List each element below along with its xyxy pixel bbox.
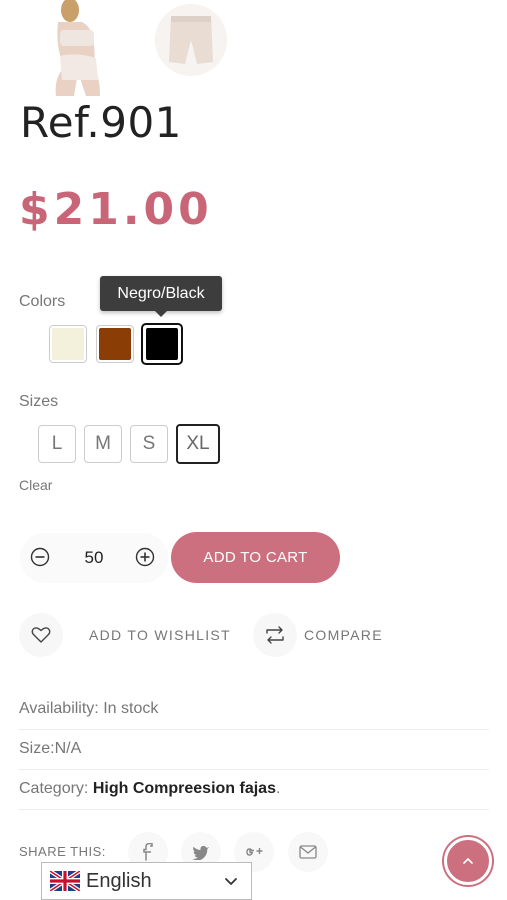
share-label: SHARE THIS:	[19, 844, 106, 859]
category-row: Category: High Compreesion fajas.	[19, 780, 280, 798]
color-swatch-cream[interactable]	[49, 325, 87, 363]
product-thumbnail-model[interactable]	[40, 0, 110, 96]
product-title: Ref.901	[20, 98, 182, 147]
language-label: English	[86, 869, 152, 892]
minus-icon[interactable]	[29, 546, 51, 568]
size-option-l[interactable]: L	[38, 425, 76, 463]
swatch-fill	[99, 328, 131, 360]
chevron-up-icon	[463, 858, 473, 864]
product-thumbnail-shorts[interactable]	[155, 4, 227, 76]
quantity-stepper: 50	[20, 533, 168, 583]
scroll-to-top-button[interactable]	[444, 837, 492, 885]
sizes-label: Sizes	[19, 393, 59, 410]
category-link[interactable]: High Compreesion fajas	[93, 780, 276, 797]
mail-icon[interactable]	[288, 832, 328, 872]
uk-flag-icon	[50, 871, 80, 891]
color-swatch-brown[interactable]	[96, 325, 134, 363]
compare-icon[interactable]	[253, 613, 297, 657]
quantity-value[interactable]: 50	[80, 548, 108, 568]
compare-link[interactable]: COMPARE	[304, 627, 383, 643]
size-row: Size:N/A	[19, 740, 82, 757]
swatch-fill	[146, 328, 178, 360]
clear-selection-link[interactable]: Clear	[19, 477, 52, 493]
size-option-xl[interactable]: XL	[176, 424, 220, 464]
divider	[19, 769, 489, 770]
plus-icon[interactable]	[134, 546, 156, 568]
swatch-fill	[52, 328, 84, 360]
product-price: $21.00	[19, 184, 213, 235]
availability-label: Availability:	[19, 700, 99, 717]
category-suffix: .	[275, 780, 281, 797]
colors-label: Colors	[19, 293, 66, 310]
tooltip-arrow	[155, 311, 167, 317]
availability-value: In stock	[103, 700, 159, 717]
color-swatch-black[interactable]	[141, 323, 183, 365]
category-label: Category:	[19, 780, 89, 797]
availability-row: Availability: In stock	[19, 700, 158, 718]
divider	[19, 809, 489, 810]
chevron-down-icon	[225, 878, 237, 885]
heart-icon[interactable]	[19, 613, 63, 657]
size-option-m[interactable]: M	[84, 425, 122, 463]
size-option-s[interactable]: S	[130, 425, 168, 463]
add-to-wishlist-link[interactable]: ADD TO WISHLIST	[89, 627, 231, 643]
language-selector[interactable]: English	[41, 862, 252, 900]
color-tooltip: Negro/Black	[100, 276, 222, 311]
divider	[19, 729, 489, 730]
add-to-cart-button[interactable]: ADD TO CART	[171, 532, 340, 583]
